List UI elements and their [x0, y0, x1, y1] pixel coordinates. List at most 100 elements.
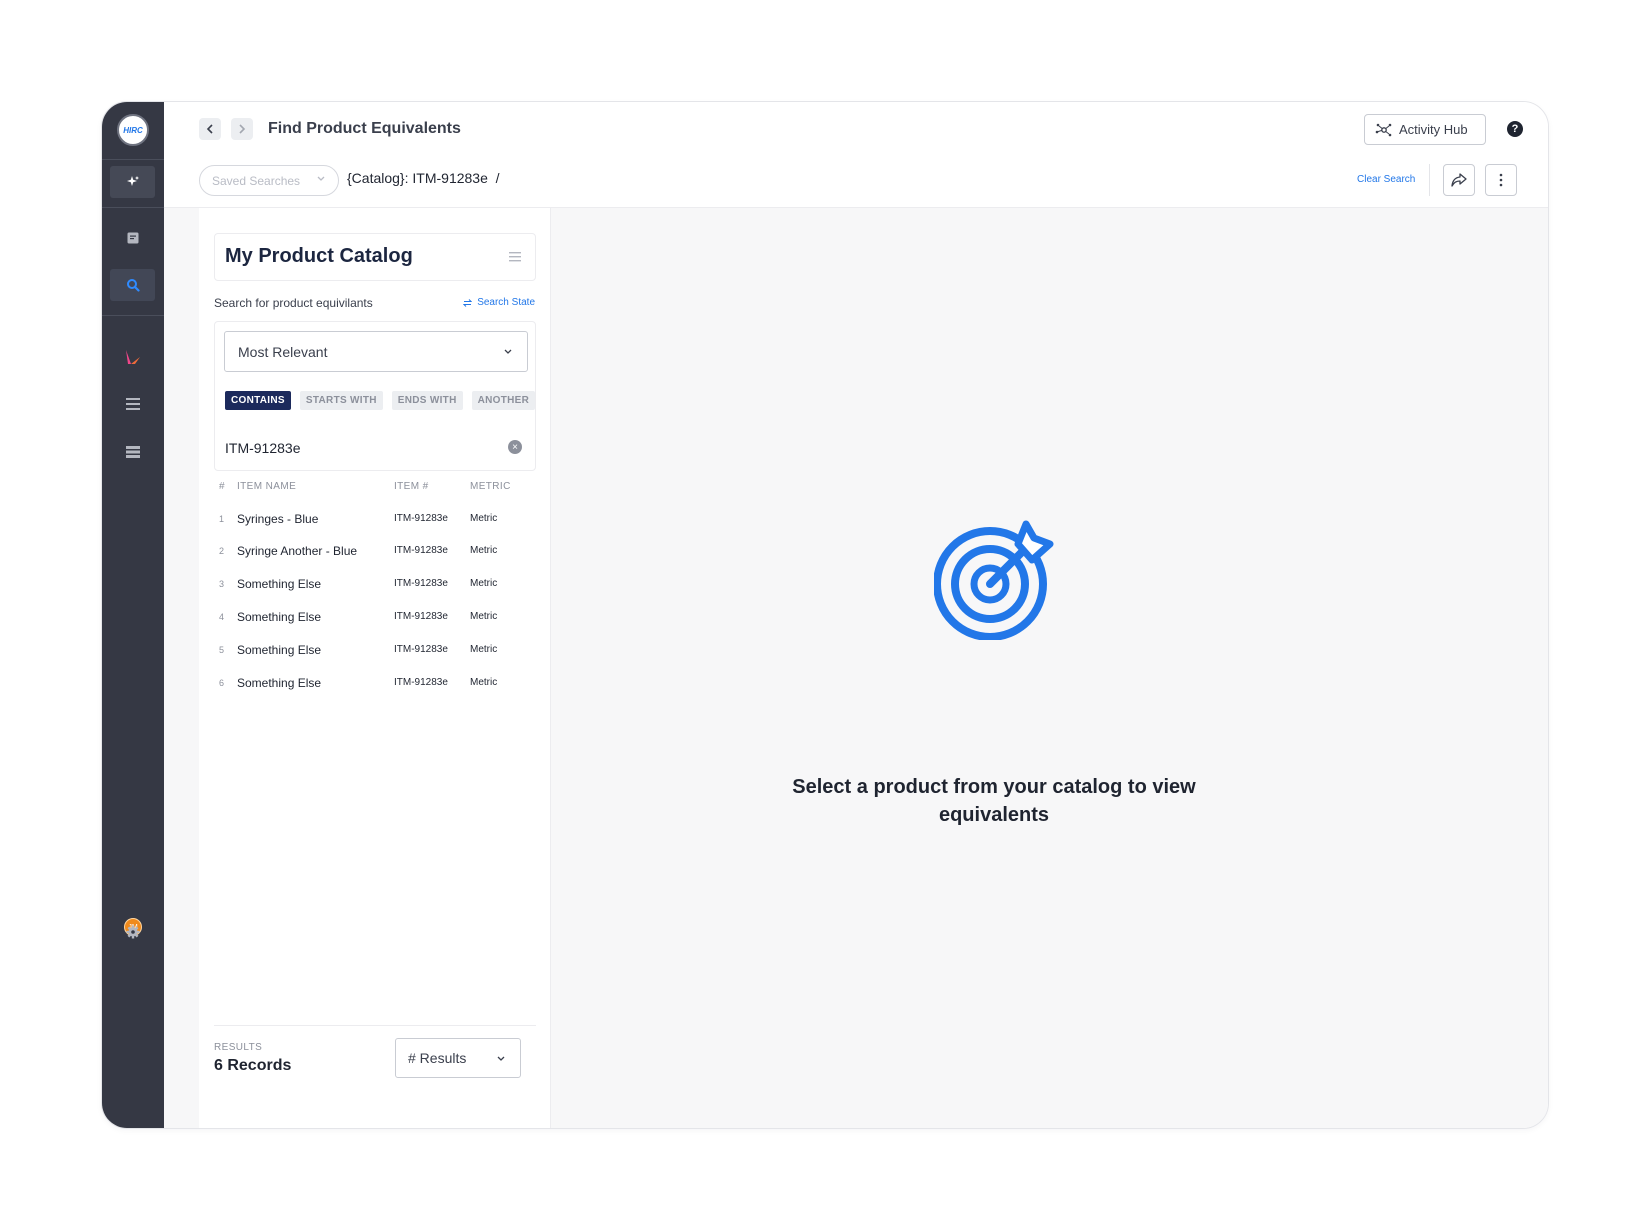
- search-input[interactable]: ITM-91283e: [225, 440, 300, 456]
- row-num: 2: [219, 546, 225, 556]
- main-content: My Product Catalog Search for product eq…: [164, 208, 1548, 1128]
- results-divider: [214, 1025, 536, 1026]
- chip-contains[interactable]: CONTAINS: [225, 391, 291, 410]
- col-header-metric[interactable]: METRIC: [470, 481, 511, 492]
- table-row[interactable]: 6 Something Else ITM-91283e Metric: [219, 676, 541, 694]
- empty-state-message: Select a product from your catalog to vi…: [792, 776, 1196, 826]
- sidebar-divider: [102, 315, 164, 316]
- app-window: HIRC JM Find P: [101, 101, 1549, 1129]
- row-num: 1: [219, 514, 225, 524]
- results-per-page-select[interactable]: # Results: [395, 1038, 521, 1078]
- row-name: Something Else: [237, 577, 322, 591]
- app-logo[interactable]: HIRC: [117, 114, 149, 146]
- sidebar-item-ai[interactable]: [110, 166, 155, 198]
- chevron-left-icon: [206, 124, 213, 134]
- sort-select[interactable]: Most Relevant: [224, 331, 528, 372]
- logo-text: HIRC: [123, 125, 143, 135]
- network-icon: [1375, 123, 1392, 136]
- results-label: RESULTS: [214, 1042, 263, 1053]
- row-num: 3: [219, 579, 225, 589]
- row-num: 5: [219, 645, 225, 655]
- row-metric: Metric: [470, 578, 498, 589]
- row-name: Something Else: [237, 676, 322, 690]
- brand-logo-icon: [125, 350, 140, 364]
- results-count: 6 Records: [214, 1057, 292, 1074]
- table-row[interactable]: 5 Something Else ITM-91283e Metric: [219, 643, 541, 661]
- back-button[interactable]: [199, 118, 221, 140]
- breadcrumb: {Catalog}: ITM-91283e /: [347, 170, 500, 186]
- chip-another[interactable]: ANOTHER: [471, 391, 535, 410]
- clear-input-icon[interactable]: ×: [508, 440, 522, 454]
- saved-searches-select[interactable]: Saved Searches: [199, 165, 339, 196]
- saved-searches-placeholder: Saved Searches: [212, 173, 301, 188]
- search-icon: [126, 279, 140, 292]
- chip-ends-with[interactable]: ENDS WITH: [391, 391, 463, 410]
- row-metric: Metric: [470, 611, 498, 622]
- row-name: Syringes - Blue: [237, 512, 319, 526]
- row-metric: Metric: [470, 677, 498, 688]
- row-item: ITM-91283e: [394, 578, 448, 589]
- row-item: ITM-91283e: [394, 545, 448, 556]
- match-type-chips: CONTAINS STARTS WITH ENDS WITH ANOTHER: [225, 391, 535, 410]
- top-bar: Find Product Equivalents Activity Hub ? …: [164, 102, 1548, 208]
- chevron-down-icon: [504, 349, 512, 354]
- search-label: Search for product equivilants: [214, 296, 373, 310]
- row-metric: Metric: [470, 644, 498, 655]
- catalog-header: My Product Catalog: [214, 233, 536, 281]
- row-item: ITM-91283e: [394, 677, 448, 688]
- chevron-down-icon: [497, 1056, 505, 1061]
- chevron-right-icon: [239, 124, 246, 134]
- toolbar-divider: [1429, 164, 1430, 196]
- sidebar-item-settings[interactable]: [110, 916, 155, 948]
- sidebar-item-table[interactable]: [110, 436, 155, 468]
- more-vertical-icon: [1499, 173, 1503, 187]
- table-row[interactable]: 2 Syringe Another - Blue ITM-91283e Metr…: [219, 544, 541, 562]
- search-state-label: Search State: [477, 297, 535, 308]
- row-name: Something Else: [237, 610, 322, 624]
- row-item: ITM-91283e: [394, 611, 448, 622]
- clear-search-link[interactable]: Clear Search: [1357, 174, 1415, 185]
- more-options-button[interactable]: [1485, 164, 1517, 196]
- help-glyph: ?: [1511, 123, 1519, 135]
- col-header-item[interactable]: ITEM #: [394, 481, 429, 492]
- row-name: Syringe Another - Blue: [237, 544, 358, 558]
- activity-hub-label: Activity Hub: [1399, 122, 1468, 137]
- table-icon: [125, 446, 140, 458]
- menu-icon[interactable]: [509, 252, 521, 262]
- row-num: 4: [219, 612, 225, 622]
- catalog-title: My Product Catalog: [225, 245, 413, 267]
- sidebar-divider: [102, 207, 164, 208]
- table-row[interactable]: 1 Syringes - Blue ITM-91283e Metric: [219, 512, 541, 530]
- sidebar-divider: [102, 159, 164, 160]
- target-icon: [934, 520, 1054, 640]
- col-header-name[interactable]: ITEM NAME: [237, 481, 296, 492]
- sidebar-item-search[interactable]: [110, 269, 155, 301]
- sidebar: HIRC JM: [102, 102, 164, 1128]
- catalog-panel: My Product Catalog Search for product eq…: [199, 208, 551, 1128]
- activity-hub-button[interactable]: Activity Hub: [1364, 114, 1486, 145]
- help-icon[interactable]: ?: [1507, 121, 1523, 137]
- swap-icon: [463, 298, 473, 307]
- table-row[interactable]: 3 Something Else ITM-91283e Metric: [219, 577, 541, 595]
- sparkle-icon: [126, 176, 139, 186]
- document-icon: [127, 232, 138, 244]
- sidebar-item-brand[interactable]: [110, 341, 155, 373]
- sidebar-item-list[interactable]: [110, 388, 155, 420]
- search-state-link[interactable]: Search State: [463, 297, 535, 308]
- table-header: # ITEM NAME ITEM # METRIC: [219, 481, 541, 497]
- row-name: Something Else: [237, 643, 322, 657]
- sidebar-item-documents[interactable]: [110, 222, 155, 254]
- row-item: ITM-91283e: [394, 644, 448, 655]
- share-icon: [1451, 173, 1467, 187]
- table-row[interactable]: 4 Something Else ITM-91283e Metric: [219, 610, 541, 628]
- chevron-down-icon: [317, 176, 325, 181]
- chip-starts-with[interactable]: STARTS WITH: [299, 391, 383, 410]
- page-title: Find Product Equivalents: [268, 120, 461, 137]
- notifications-button[interactable]: 8: [1547, 118, 1548, 140]
- sort-value: Most Relevant: [238, 343, 328, 360]
- share-button[interactable]: [1443, 164, 1475, 196]
- row-num: 6: [219, 678, 225, 688]
- search-block: Most Relevant CONTAINS STARTS WITH ENDS …: [214, 321, 536, 471]
- forward-button[interactable]: [231, 118, 253, 140]
- col-header-num: #: [219, 481, 225, 492]
